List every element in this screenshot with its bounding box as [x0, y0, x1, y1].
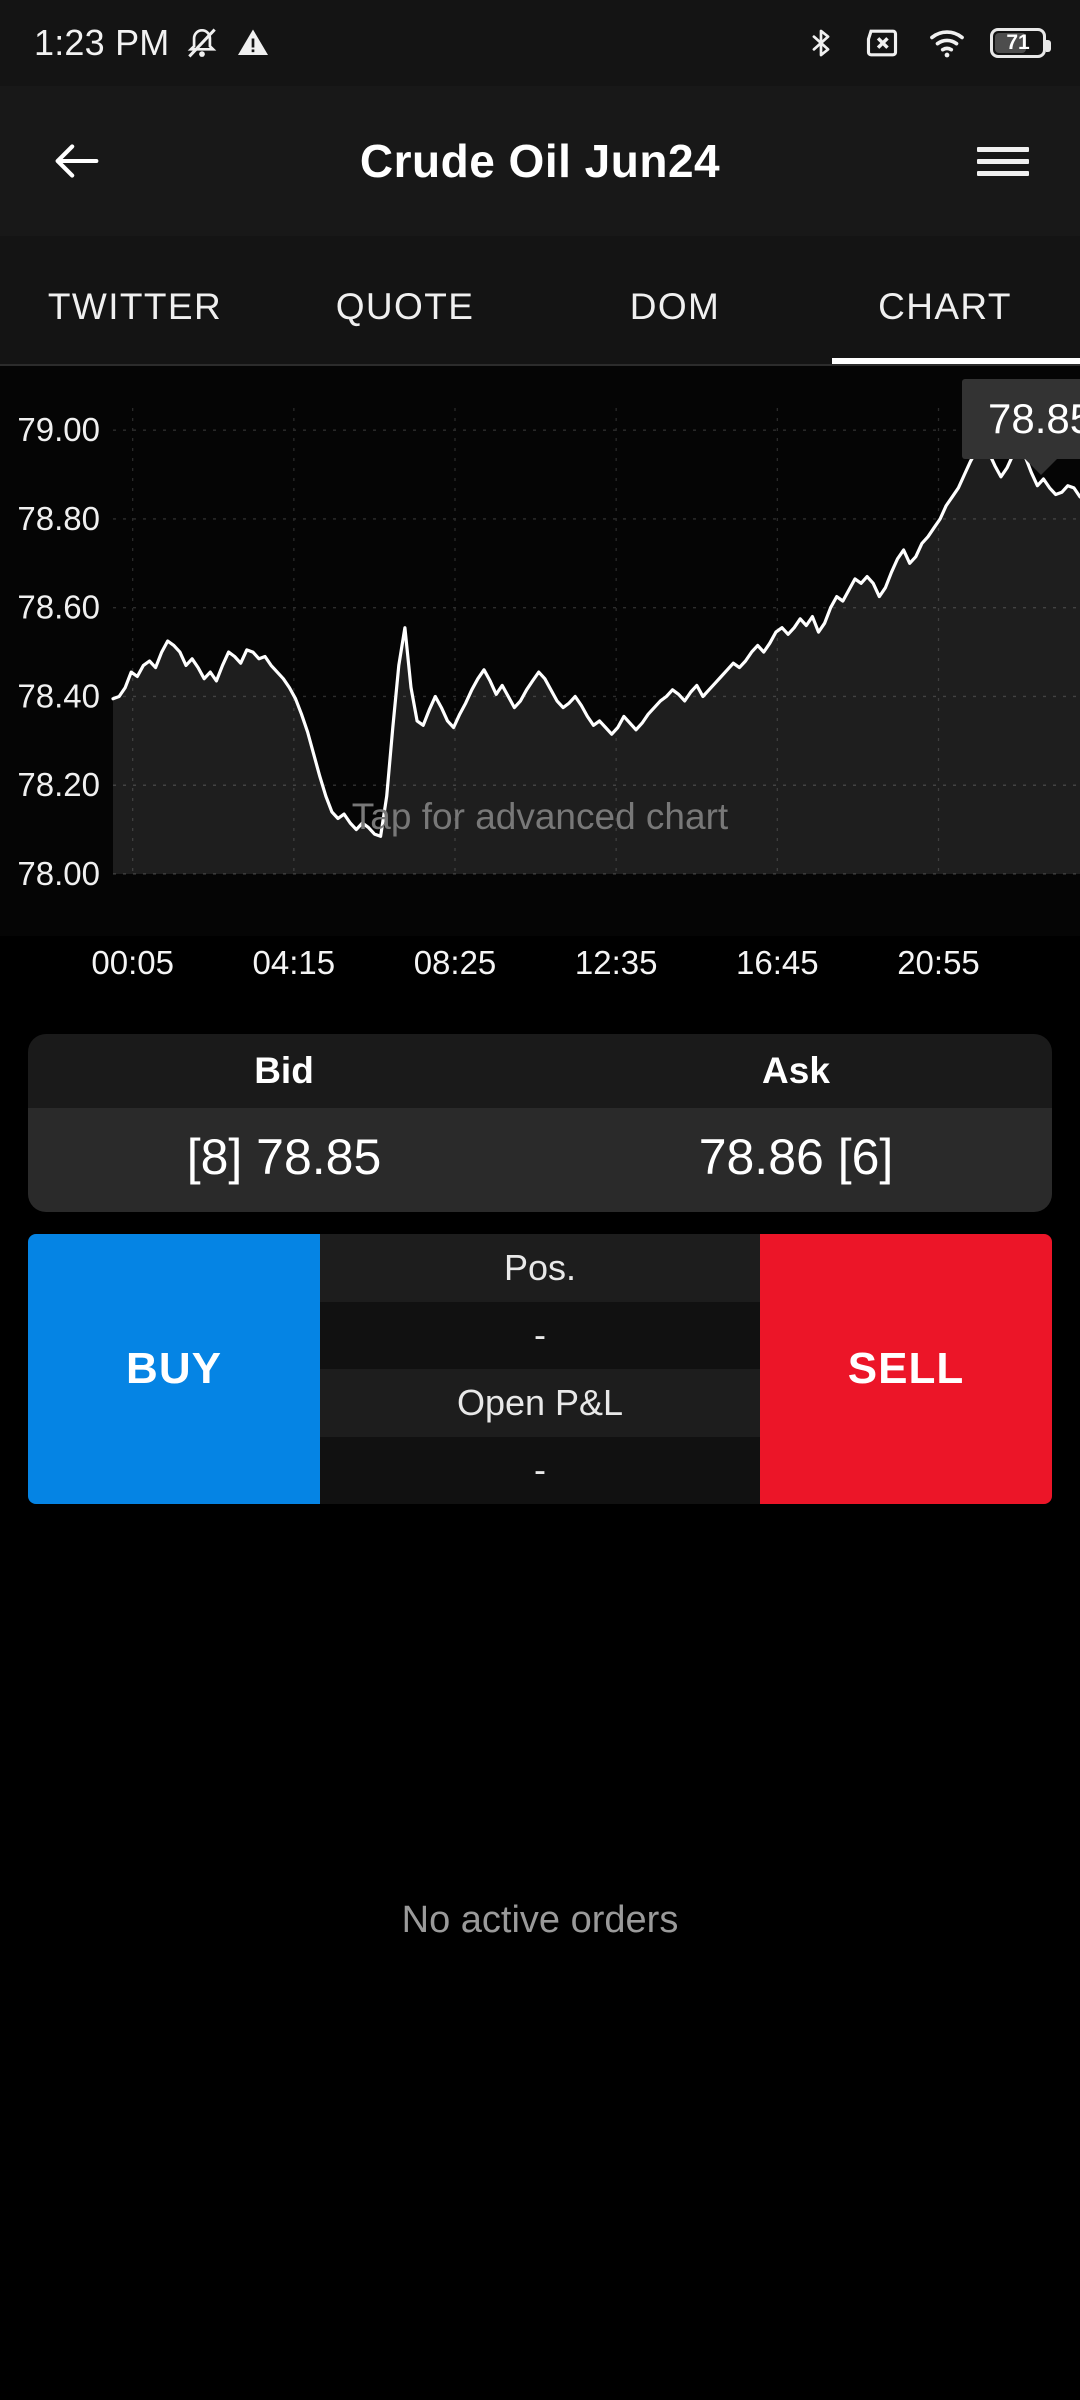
tab-chart[interactable]: CHART	[810, 286, 1080, 364]
x-tick-label: 12:35	[574, 944, 658, 981]
status-bar-right: 71	[804, 0, 1051, 86]
chart-canvas: 78.00 78.20 78.40 78.60 78.80 79.00	[17, 408, 1080, 892]
open-pnl-value: -	[320, 1436, 760, 1504]
quote-panel: Bid Ask [8] 78.85 78.86 [6]	[28, 1034, 1052, 1212]
wifi-icon	[930, 30, 964, 58]
tab-bar: TWITTER QUOTE DOM CHART	[0, 236, 1080, 366]
svg-text:78.40: 78.40	[17, 677, 100, 714]
x-tick-label: 20:55	[897, 944, 980, 981]
status-bar: 1:23 PM 71	[0, 0, 1080, 86]
tab-twitter[interactable]: TWITTER	[0, 286, 270, 364]
x-tick-label: 16:45	[736, 944, 819, 981]
svg-text:79.00: 79.00	[17, 411, 100, 448]
open-pnl-label: Open P&L	[320, 1369, 760, 1437]
warning-triangle-icon	[238, 29, 269, 55]
x-tick-label: 00:05	[91, 944, 174, 981]
orders-area: No active orders	[0, 1504, 1080, 2400]
bid-value[interactable]: [8] 78.85	[28, 1108, 540, 1212]
quote-header-row: Bid Ask	[28, 1034, 1052, 1108]
x-tick-label: 08:25	[413, 944, 497, 981]
tab-dom[interactable]: DOM	[540, 286, 810, 364]
hamburger-menu-icon	[977, 140, 1029, 183]
ask-value[interactable]: 78.86 [6]	[540, 1108, 1052, 1212]
quote-value-row: [8] 78.85 78.86 [6]	[28, 1108, 1052, 1212]
back-button[interactable]	[34, 118, 120, 204]
position-info: Pos. - Open P&L -	[320, 1234, 760, 1504]
status-bar-left: 1:23 PM	[34, 22, 271, 64]
price-tooltip: 78.85	[962, 378, 1080, 475]
trade-panel: BUY Pos. - Open P&L - SELL	[28, 1234, 1052, 1504]
position-label: Pos.	[320, 1234, 760, 1302]
menu-button[interactable]	[960, 118, 1046, 204]
orders-empty-state: No active orders	[0, 1504, 1080, 2400]
x-tick-label: 04:15	[252, 944, 336, 981]
back-arrow-icon	[55, 144, 99, 178]
price-chart[interactable]: 78.00 78.20 78.40 78.60 78.80 79.00 Tap for a…	[0, 366, 1080, 936]
chart-y-axis-labels: 78.00 78.20 78.40 78.60 78.80 79.00	[17, 411, 100, 892]
app-bar: Crude Oil Jun24	[0, 86, 1080, 236]
svg-text:78.20: 78.20	[17, 766, 100, 803]
tab-quote[interactable]: QUOTE	[270, 286, 540, 364]
position-value: -	[320, 1301, 760, 1369]
ask-label: Ask	[762, 1050, 830, 1091]
bluetooth-icon	[812, 29, 830, 57]
svg-text:78.60: 78.60	[17, 589, 100, 626]
sell-button[interactable]: SELL	[760, 1234, 1052, 1504]
svg-text:78.00: 78.00	[17, 855, 100, 892]
svg-text:78.80: 78.80	[17, 500, 100, 537]
battery-percent: 71	[1006, 31, 1030, 54]
buy-button[interactable]: BUY	[28, 1234, 320, 1504]
page-title: Crude Oil Jun24	[359, 135, 721, 187]
no-sim-icon	[866, 29, 898, 57]
battery-icon: 71	[990, 28, 1051, 58]
no-active-orders-text: No active orders	[401, 1899, 679, 1941]
status-bar-time: 1:23 PM	[34, 22, 170, 63]
chart-x-axis-labels: 00:05 04:15 08:25 12:35 16:45 20:55	[0, 936, 1080, 1018]
bid-label: Bid	[254, 1050, 314, 1091]
bell-muted-icon	[188, 28, 217, 58]
